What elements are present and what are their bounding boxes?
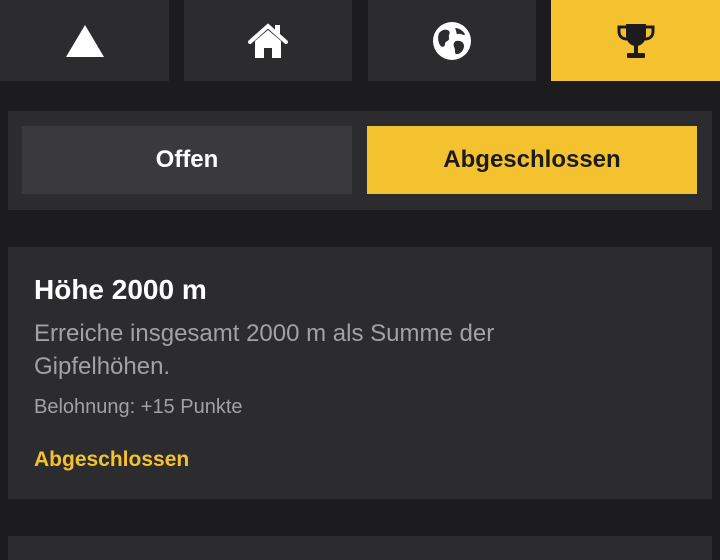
achievement-description: Erreiche insgesamt 2000 m als Summe der … (34, 320, 495, 380)
achievement-title: Höhe 2000 m (34, 274, 207, 305)
tab-trophies[interactable] (551, 0, 720, 81)
tab-explore[interactable] (368, 0, 536, 81)
achievement-card-next (8, 536, 712, 560)
tab-home[interactable] (184, 0, 352, 81)
achievement-status: Abgeschlossen (34, 448, 190, 471)
globe-icon (433, 21, 471, 60)
tab-peaks[interactable] (0, 0, 169, 81)
filter-open-button[interactable]: Offen (22, 126, 352, 194)
achievement-card: Höhe 2000 m Erreiche insgesamt 2000 m al… (8, 247, 712, 499)
home-icon (248, 22, 288, 58)
triangle-icon (65, 24, 104, 57)
status-filter: Offen Abgeschlossen (8, 111, 712, 210)
filter-completed-button[interactable]: Abgeschlossen (367, 126, 697, 194)
achievements-screen: Offen Abgeschlossen Höhe 2000 m Erreiche… (0, 0, 720, 560)
top-navigation (0, 0, 720, 81)
trophy-icon (617, 23, 654, 58)
achievement-reward: Belohnung: +15 Punkte (34, 396, 243, 418)
